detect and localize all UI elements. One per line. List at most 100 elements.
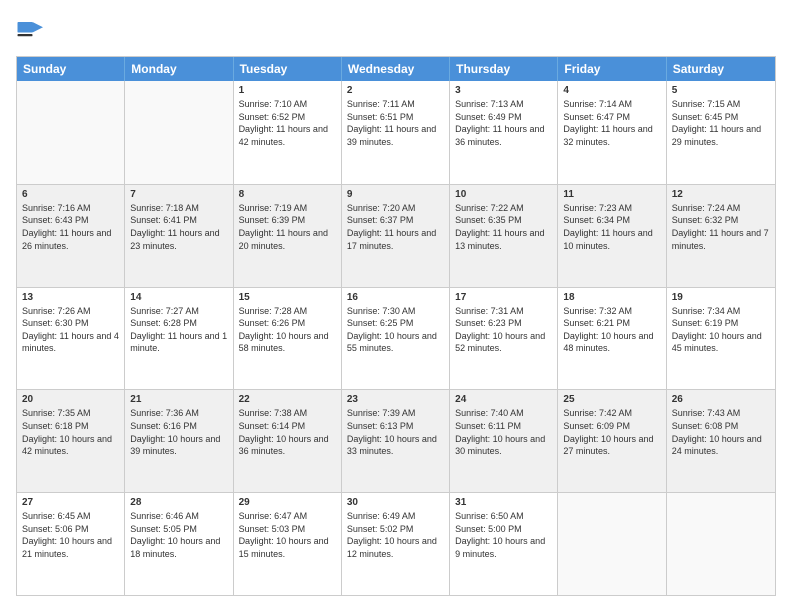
day-cell-3: 3 Sunrise: 7:13 AM Sunset: 6:49 PM Daylig… [450,81,558,184]
empty-cell [125,81,233,184]
day-cell-12: 12Sunrise: 7:24 AM Sunset: 6:32 PM Dayli… [667,185,775,287]
weekday-header-wednesday: Wednesday [342,57,450,81]
cell-info: Sunrise: 7:13 AM Sunset: 6:49 PM Dayligh… [455,98,552,148]
calendar-row-3: 13Sunrise: 7:26 AM Sunset: 6:30 PM Dayli… [17,287,775,390]
cell-info: Sunrise: 7:22 AM Sunset: 6:35 PM Dayligh… [455,202,552,252]
cell-info: Sunrise: 7:15 AM Sunset: 6:45 PM Dayligh… [672,98,770,148]
cell-info: Sunrise: 7:26 AM Sunset: 6:30 PM Dayligh… [22,305,119,355]
cell-info: Sunrise: 7:23 AM Sunset: 6:34 PM Dayligh… [563,202,660,252]
weekday-header-tuesday: Tuesday [234,57,342,81]
day-number: 27 [22,497,119,508]
day-cell-25: 25 Sunrise: 7:42 AM Sunset: 6:09 PM Dayli… [558,390,666,492]
calendar-row-1: 1Sunrise: 7:10 AM Sunset: 6:52 PM Daylig… [17,81,775,184]
header [16,16,776,46]
day-cell-28: 28 Sunrise: 6:46 AM Sunset: 5:05 PM Dayli… [125,493,233,595]
cell-info: Sunrise: 7:39 AM Sunset: 6:13 PM Dayligh… [347,407,444,457]
cell-info: Sunrise: 7:16 AM Sunset: 6:43 PM Dayligh… [22,202,119,252]
day-number: 31 [455,497,552,508]
cell-info: Sunrise: 7:10 AM Sunset: 6:52 PM Dayligh… [239,98,336,148]
day-number: 7 [130,189,227,200]
day-number: 25 [563,394,660,405]
day-cell-31: 31 Sunrise: 6:50 AM Sunset: 5:00 PM Dayli… [450,493,558,595]
day-cell-16: 16 Sunrise: 7:30 AM Sunset: 6:25 PM Dayli… [342,288,450,390]
cell-info: Sunrise: 7:42 AM Sunset: 6:09 PM Dayligh… [563,407,660,457]
page: SundayMondayTuesdayWednesdayThursdayFrid… [0,0,792,612]
day-number: 2 [347,85,444,96]
day-cell-2: 2 Sunrise: 7:11 AM Sunset: 6:51 PM Daylig… [342,81,450,184]
day-cell-18: 18 Sunrise: 7:32 AM Sunset: 6:21 PM Dayli… [558,288,666,390]
day-number: 3 [455,85,552,96]
day-cell-30: 30 Sunrise: 6:49 AM Sunset: 5:02 PM Dayli… [342,493,450,595]
day-number: 29 [239,497,336,508]
cell-info: Sunrise: 7:30 AM Sunset: 6:25 PM Dayligh… [347,305,444,355]
day-number: 22 [239,394,336,405]
cell-info: Sunrise: 7:20 AM Sunset: 6:37 PM Dayligh… [347,202,444,252]
day-number: 11 [563,189,660,200]
cell-info: Sunrise: 6:49 AM Sunset: 5:02 PM Dayligh… [347,510,444,560]
day-number: 9 [347,189,444,200]
cell-info: Sunrise: 7:24 AM Sunset: 6:32 PM Dayligh… [672,202,770,252]
day-cell-17: 17Sunrise: 7:31 AM Sunset: 6:23 PM Dayli… [450,288,558,390]
cell-info: Sunrise: 7:35 AM Sunset: 6:18 PM Dayligh… [22,407,119,457]
day-cell-20: 20 Sunrise: 7:35 AM Sunset: 6:18 PM Dayli… [17,390,125,492]
logo-icon [16,16,46,46]
cell-info: Sunrise: 7:27 AM Sunset: 6:28 PM Dayligh… [130,305,227,355]
calendar-body: 1Sunrise: 7:10 AM Sunset: 6:52 PM Daylig… [17,81,775,595]
cell-info: Sunrise: 7:38 AM Sunset: 6:14 PM Dayligh… [239,407,336,457]
cell-info: Sunrise: 7:14 AM Sunset: 6:47 PM Dayligh… [563,98,660,148]
cell-info: Sunrise: 7:11 AM Sunset: 6:51 PM Dayligh… [347,98,444,148]
day-number: 26 [672,394,770,405]
calendar-row-4: 20 Sunrise: 7:35 AM Sunset: 6:18 PM Dayli… [17,389,775,492]
weekday-header-saturday: Saturday [667,57,775,81]
day-number: 24 [455,394,552,405]
empty-cell [667,493,775,595]
day-cell-23: 23 Sunrise: 7:39 AM Sunset: 6:13 PM Dayli… [342,390,450,492]
day-number: 30 [347,497,444,508]
day-cell-8: 8Sunrise: 7:19 AM Sunset: 6:39 PM Daylig… [234,185,342,287]
day-cell-1: 1Sunrise: 7:10 AM Sunset: 6:52 PM Daylig… [234,81,342,184]
calendar-row-5: 27 Sunrise: 6:45 AM Sunset: 5:06 PM Dayli… [17,492,775,595]
day-number: 6 [22,189,119,200]
calendar-header: SundayMondayTuesdayWednesdayThursdayFrid… [17,57,775,81]
day-cell-19: 19 Sunrise: 7:34 AM Sunset: 6:19 PM Dayli… [667,288,775,390]
day-cell-22: 22 Sunrise: 7:38 AM Sunset: 6:14 PM Dayli… [234,390,342,492]
calendar: SundayMondayTuesdayWednesdayThursdayFrid… [16,56,776,596]
cell-info: Sunrise: 7:34 AM Sunset: 6:19 PM Dayligh… [672,305,770,355]
cell-info: Sunrise: 7:28 AM Sunset: 6:26 PM Dayligh… [239,305,336,355]
cell-info: Sunrise: 7:40 AM Sunset: 6:11 PM Dayligh… [455,407,552,457]
day-number: 16 [347,292,444,303]
day-cell-11: 11 Sunrise: 7:23 AM Sunset: 6:34 PM Dayli… [558,185,666,287]
cell-info: Sunrise: 6:46 AM Sunset: 5:05 PM Dayligh… [130,510,227,560]
calendar-row-2: 6 Sunrise: 7:16 AM Sunset: 6:43 PM Daylig… [17,184,775,287]
day-number: 19 [672,292,770,303]
logo [16,16,50,46]
day-cell-14: 14 Sunrise: 7:27 AM Sunset: 6:28 PM Dayli… [125,288,233,390]
day-number: 17 [455,292,552,303]
empty-cell [17,81,125,184]
empty-cell [558,493,666,595]
day-number: 14 [130,292,227,303]
day-number: 18 [563,292,660,303]
day-number: 23 [347,394,444,405]
day-cell-5: 5Sunrise: 7:15 AM Sunset: 6:45 PM Daylig… [667,81,775,184]
cell-info: Sunrise: 7:32 AM Sunset: 6:21 PM Dayligh… [563,305,660,355]
day-cell-26: 26 Sunrise: 7:43 AM Sunset: 6:08 PM Dayli… [667,390,775,492]
day-number: 28 [130,497,227,508]
day-number: 20 [22,394,119,405]
day-number: 4 [563,85,660,96]
day-number: 8 [239,189,336,200]
day-cell-13: 13Sunrise: 7:26 AM Sunset: 6:30 PM Dayli… [17,288,125,390]
cell-info: Sunrise: 6:50 AM Sunset: 5:00 PM Dayligh… [455,510,552,560]
cell-info: Sunrise: 7:36 AM Sunset: 6:16 PM Dayligh… [130,407,227,457]
day-cell-9: 9 Sunrise: 7:20 AM Sunset: 6:37 PM Daylig… [342,185,450,287]
cell-info: Sunrise: 6:47 AM Sunset: 5:03 PM Dayligh… [239,510,336,560]
day-cell-29: 29 Sunrise: 6:47 AM Sunset: 5:03 PM Dayli… [234,493,342,595]
cell-info: Sunrise: 7:43 AM Sunset: 6:08 PM Dayligh… [672,407,770,457]
day-cell-10: 10 Sunrise: 7:22 AM Sunset: 6:35 PM Dayli… [450,185,558,287]
day-cell-27: 27 Sunrise: 6:45 AM Sunset: 5:06 PM Dayli… [17,493,125,595]
cell-info: Sunrise: 6:45 AM Sunset: 5:06 PM Dayligh… [22,510,119,560]
weekday-header-sunday: Sunday [17,57,125,81]
day-number: 10 [455,189,552,200]
day-cell-24: 24 Sunrise: 7:40 AM Sunset: 6:11 PM Dayli… [450,390,558,492]
day-cell-7: 7Sunrise: 7:18 AM Sunset: 6:41 PM Daylig… [125,185,233,287]
